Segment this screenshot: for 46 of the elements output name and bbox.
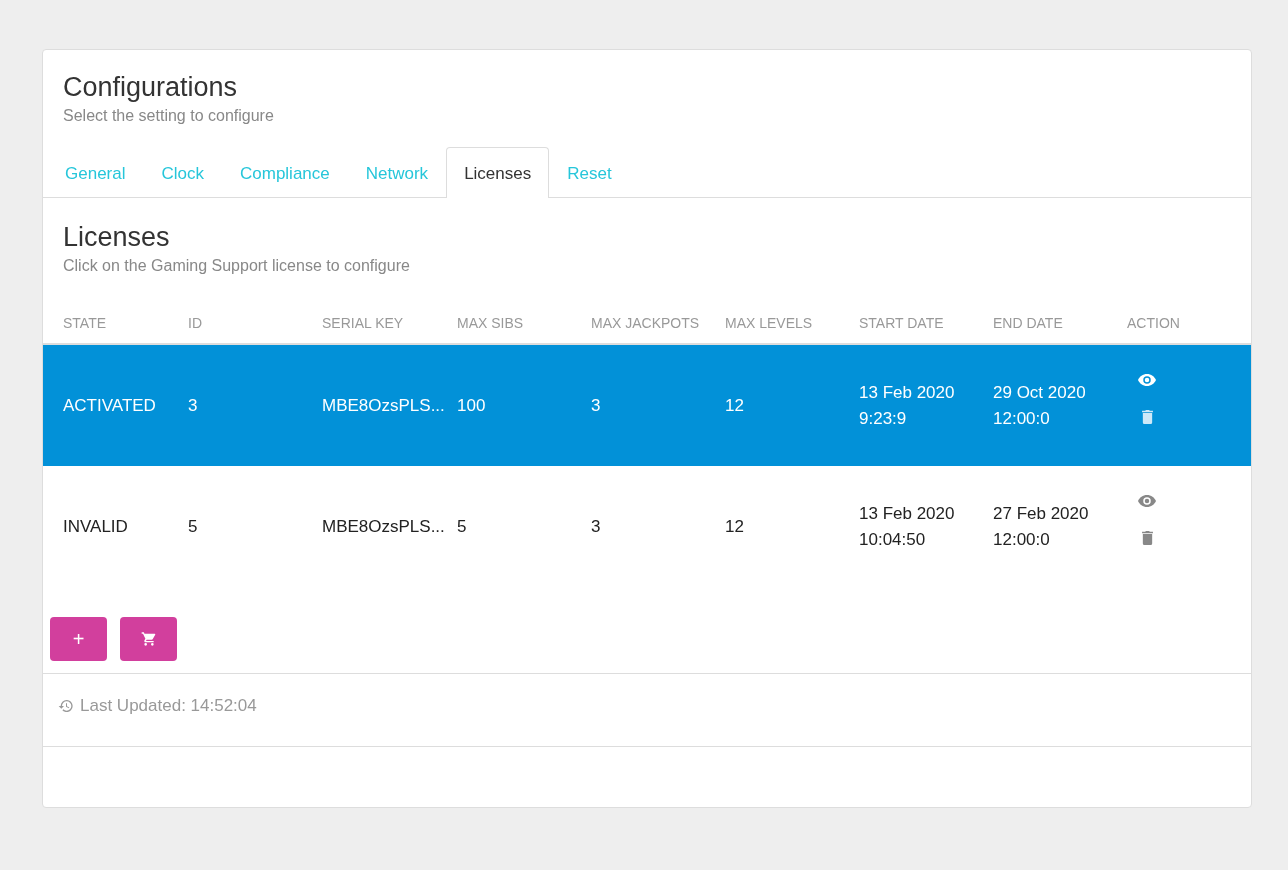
column-header: STATE bbox=[63, 315, 107, 331]
last-updated-text: Last Updated: 14:52:04 bbox=[80, 696, 257, 716]
column-header: ACTION bbox=[1127, 315, 1180, 331]
column-header: MAX JACKPOTS bbox=[591, 315, 700, 331]
eye-icon[interactable] bbox=[1138, 373, 1156, 386]
table-cell: 3 bbox=[591, 395, 601, 415]
column-header: START DATE bbox=[859, 315, 944, 331]
table-cell: 3 bbox=[188, 395, 198, 415]
section-title: Licenses bbox=[63, 222, 171, 253]
tab[interactable]: Licenses bbox=[446, 147, 550, 198]
column-header: END DATE bbox=[993, 315, 1063, 331]
table-cell-text: 13 Feb 2020 10:04:50 bbox=[859, 502, 956, 551]
column-header: ID bbox=[188, 315, 202, 331]
page-title: Configurations bbox=[63, 72, 239, 103]
page-subtitle: Select the setting to configure bbox=[63, 107, 275, 125]
cart-icon bbox=[140, 631, 157, 647]
table-cell: MBE8OzsPLS... bbox=[322, 516, 445, 536]
trash-icon[interactable] bbox=[1141, 409, 1153, 424]
history-icon bbox=[58, 698, 74, 714]
add-button[interactable]: + bbox=[50, 617, 107, 661]
column-header: SERIAL KEY bbox=[322, 315, 404, 331]
column-header: MAX LEVELS bbox=[725, 315, 813, 331]
trash-icon[interactable] bbox=[1141, 530, 1153, 545]
eye-icon[interactable] bbox=[1138, 494, 1156, 507]
tab[interactable]: Reset bbox=[549, 147, 630, 198]
table-cell: 12 bbox=[725, 395, 744, 415]
column-header: MAX SIBS bbox=[457, 315, 524, 331]
table-cell: 12 bbox=[725, 516, 744, 536]
tab[interactable]: Network bbox=[347, 147, 447, 198]
cart-button[interactable] bbox=[120, 617, 177, 661]
table-cell: MBE8OzsPLS... bbox=[322, 395, 445, 415]
tab[interactable]: General bbox=[47, 147, 144, 198]
section-subtitle: Click on the Gaming Support license to configure bbox=[63, 257, 411, 275]
tab[interactable]: Compliance bbox=[222, 147, 348, 198]
table-cell: 3 bbox=[591, 516, 601, 536]
table-cell: 5 bbox=[457, 516, 467, 536]
table-row[interactable]: ACTIVATED 3 MBE8OzsPLS... 100 3 12 13 Feb 2020 9:23:9 29 Oct 2020 12:00:0 bbox=[43, 344, 1251, 466]
table-cell: ACTIVATED bbox=[63, 395, 156, 415]
table-cell-text: 27 Feb 2020 12:00:0 bbox=[993, 502, 1090, 551]
table-cell: 5 bbox=[188, 516, 198, 536]
table-cell: 100 bbox=[457, 395, 486, 415]
table-cell-text: 13 Feb 2020 9:23:9 bbox=[859, 381, 956, 430]
table-cell: INVALID bbox=[63, 516, 128, 536]
table-cell-text: 29 Oct 2020 12:00:0 bbox=[993, 381, 1087, 430]
tab[interactable]: Clock bbox=[143, 147, 222, 198]
table-row[interactable]: INVALID 5 MBE8OzsPLS... 5 3 12 13 Feb 2020 10:04:50 27 Feb 2020 12:00:0 bbox=[43, 466, 1251, 587]
